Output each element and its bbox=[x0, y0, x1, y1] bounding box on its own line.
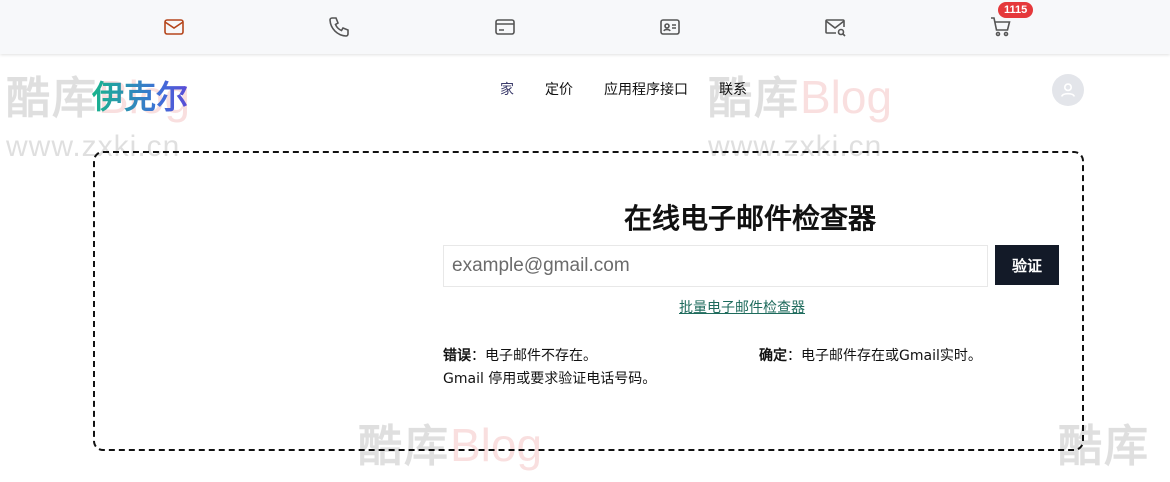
cart-icon[interactable]: 1115 bbox=[988, 2, 1034, 40]
error-label: 错误 bbox=[443, 348, 471, 364]
nav-item-home[interactable]: 家 bbox=[500, 80, 514, 100]
nav-item-contact[interactable]: 联系 bbox=[719, 80, 747, 100]
ok-label: 确定 bbox=[759, 348, 787, 364]
ok-legend: 确定：电子邮件存在或Gmail实时。 bbox=[759, 345, 1059, 368]
error-text-2: Gmail 停用或要求验证电话号码。 bbox=[443, 371, 657, 387]
credit-card-icon[interactable] bbox=[492, 14, 518, 40]
watermark: 酷库Blog www.zxki.cn bbox=[708, 62, 892, 164]
phone-icon[interactable] bbox=[326, 14, 352, 40]
bulk-checker-link[interactable]: 批量电子邮件检查器 bbox=[679, 297, 805, 317]
watermark-blog: Blog bbox=[800, 71, 893, 123]
mail-search-icon[interactable] bbox=[822, 14, 848, 40]
nav-item-pricing[interactable]: 定价 bbox=[545, 80, 573, 100]
user-avatar[interactable] bbox=[1052, 74, 1084, 106]
email-checker-card: 在线电子邮件检查器 验证 批量电子邮件检查器 错误：电子邮件不存在。 Gmail… bbox=[93, 151, 1084, 451]
top-icon-bar: 1115 bbox=[0, 0, 1170, 54]
error-legend: 错误：电子邮件不存在。 Gmail 停用或要求验证电话号码。 bbox=[443, 345, 743, 391]
mail-icon[interactable] bbox=[161, 14, 187, 40]
error-text: ：电子邮件不存在。 bbox=[471, 348, 597, 364]
id-card-icon[interactable] bbox=[657, 14, 683, 40]
cart-count-badge: 1115 bbox=[998, 2, 1034, 18]
ok-text: ：电子邮件存在或Gmail实时。 bbox=[787, 348, 982, 364]
watermark-cn: 酷库 bbox=[6, 73, 98, 124]
user-icon bbox=[1060, 83, 1076, 97]
email-input[interactable] bbox=[443, 245, 988, 287]
page-title: 在线电子邮件检查器 bbox=[623, 202, 876, 235]
main-nav: 家 定价 应用程序接口 联系 bbox=[500, 80, 778, 100]
verify-button[interactable]: 验证 bbox=[995, 245, 1059, 285]
nav-item-api[interactable]: 应用程序接口 bbox=[604, 80, 688, 100]
site-logo[interactable]: 伊克尔 bbox=[92, 72, 188, 118]
